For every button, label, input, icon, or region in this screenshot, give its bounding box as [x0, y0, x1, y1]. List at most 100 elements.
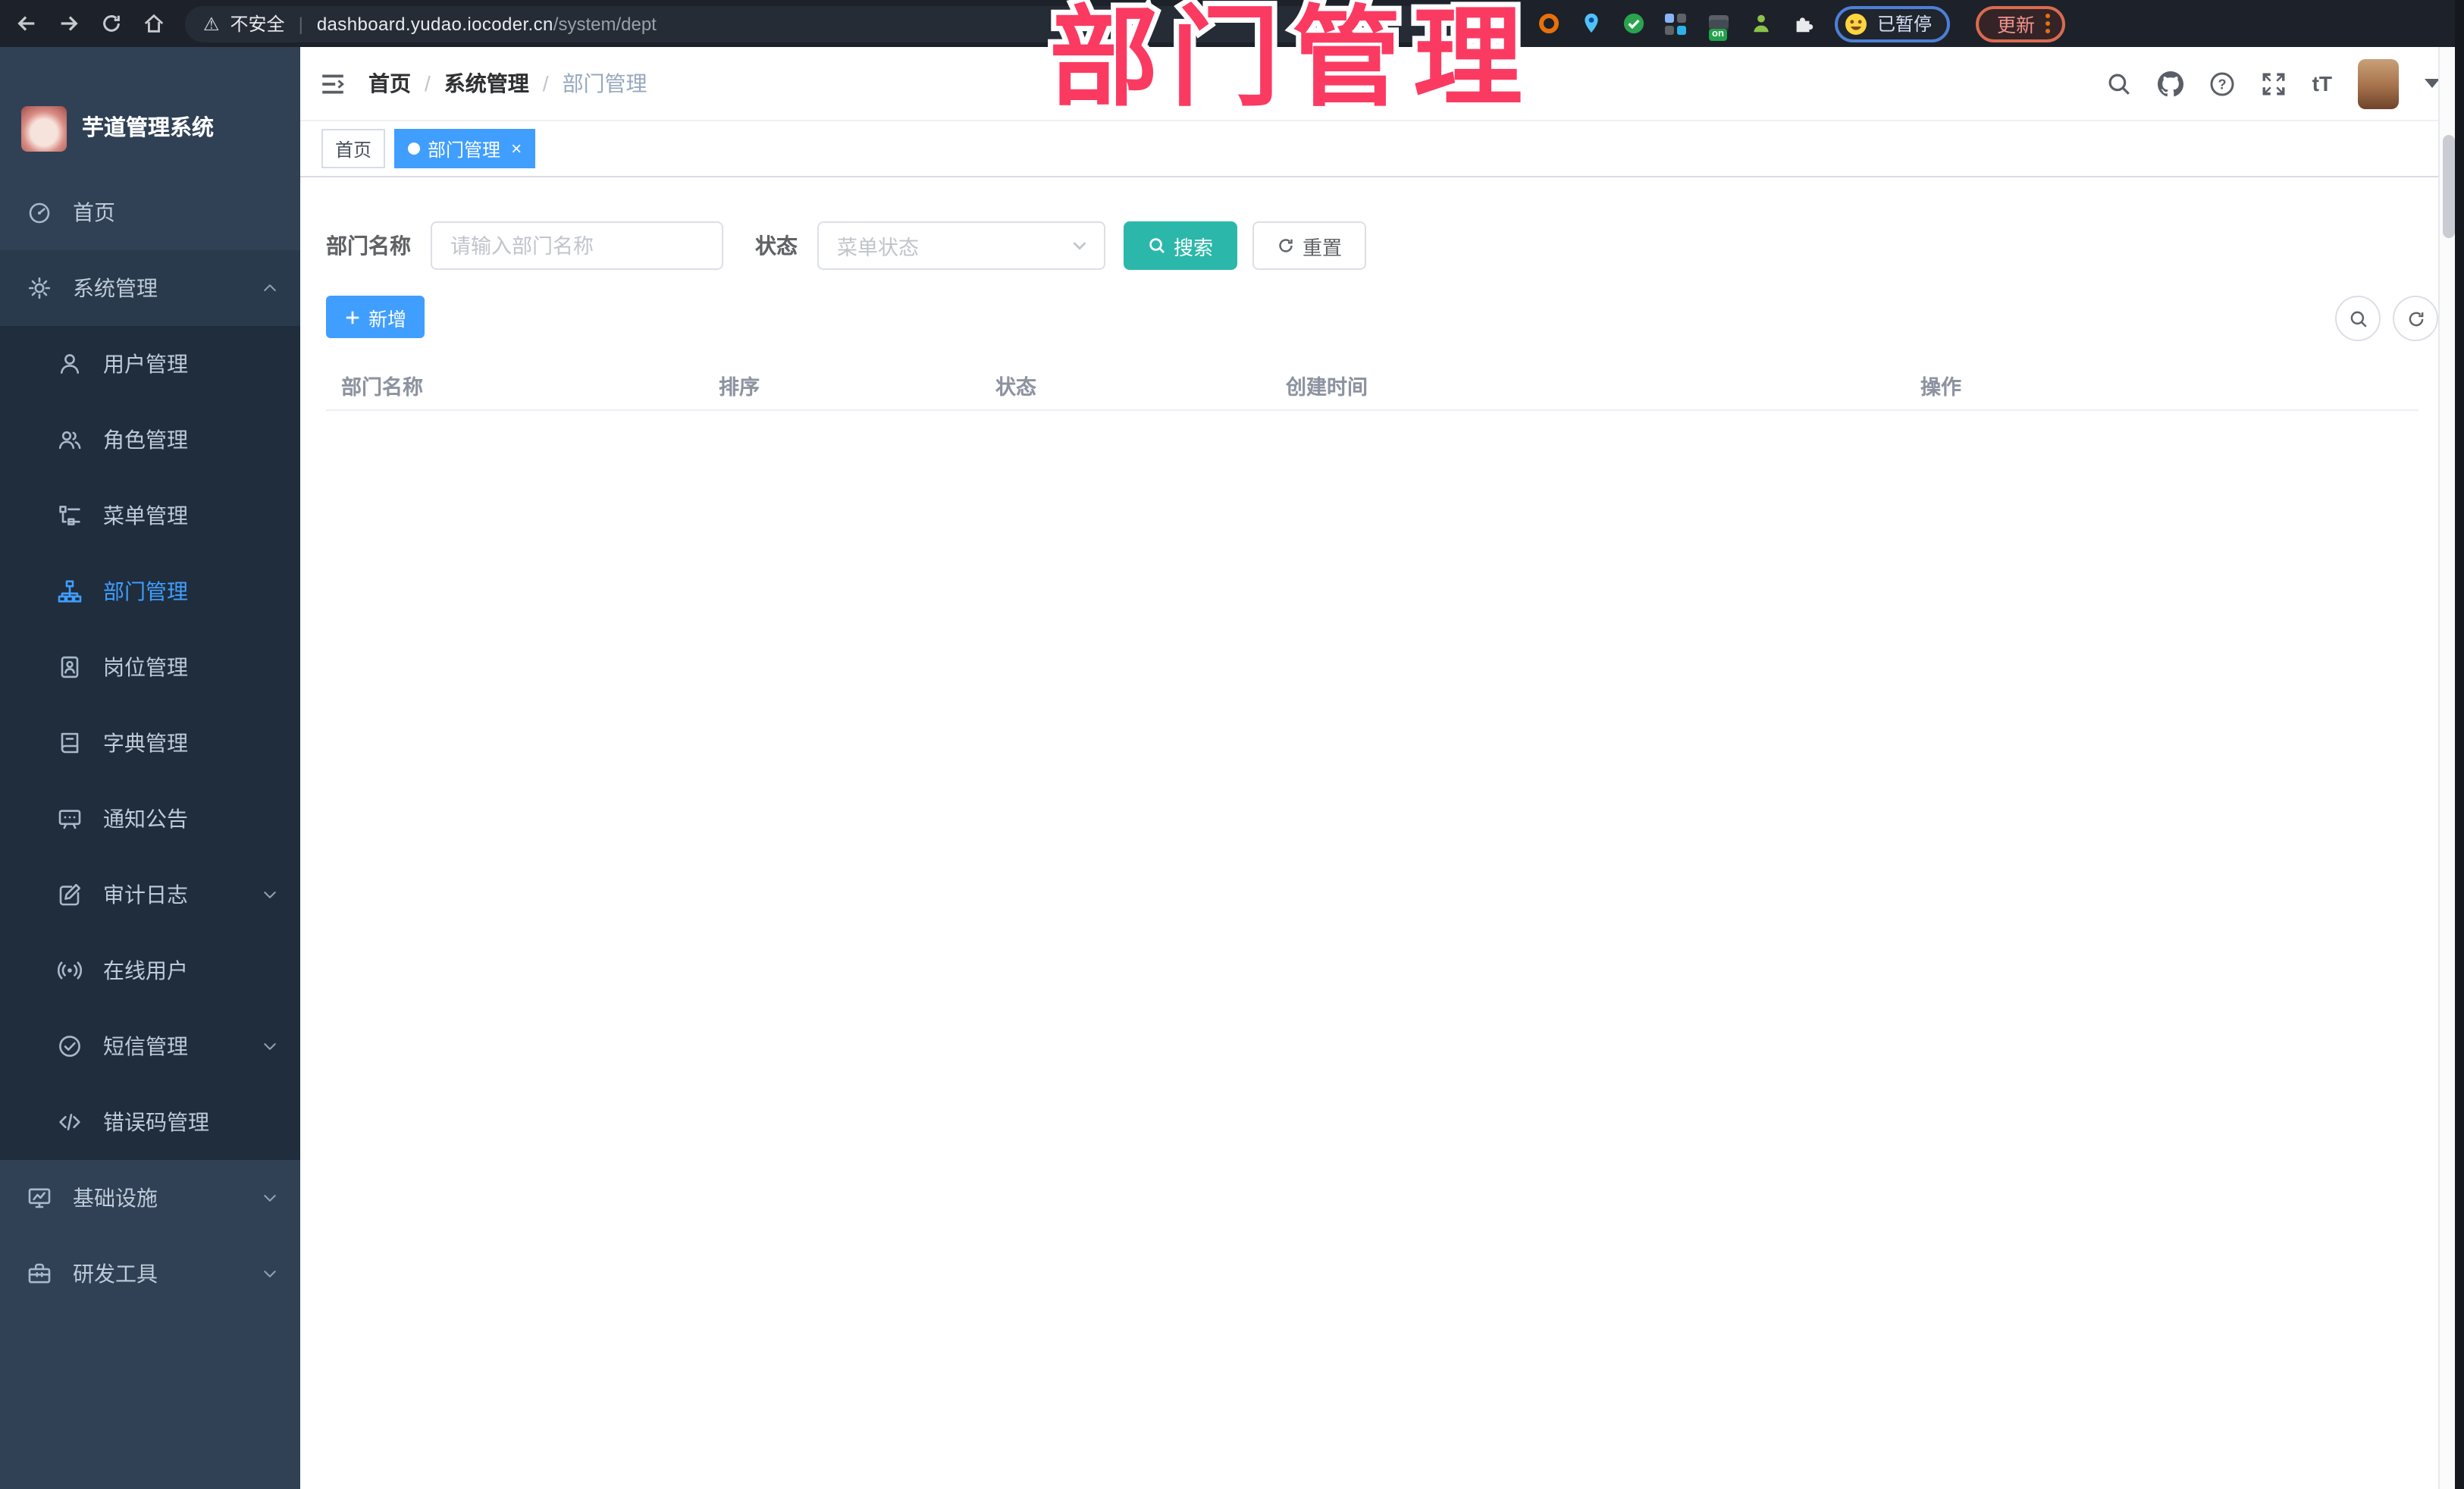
app-logo-row[interactable]: 芋道管理系统 — [0, 47, 300, 174]
browser-update-menu[interactable]: 更新 — [1976, 5, 2066, 42]
sidebar-item-label: 菜单管理 — [103, 503, 188, 528]
screen: ⚠ 不安全 | dashboard.yudao.iocoder.cn/syste… — [0, 0, 2464, 1489]
ext-on-badge-icon[interactable]: on — [1706, 11, 1730, 40]
sidebar-menu: 首页 系统管理 用户管理角色管理菜单管理部门管理岗位管理字典管理通知公告审计日志在线… — [0, 174, 300, 1312]
bookmark-star-icon[interactable]: ☆ — [1481, 11, 1498, 36]
sidebar-item-13[interactable]: 基础设施 — [0, 1160, 300, 1236]
hamburger-icon[interactable] — [320, 71, 346, 96]
chevron-down-icon — [261, 886, 279, 904]
page-content: 部门名称 状态 菜单状态 搜索 重置 — [300, 177, 2464, 1489]
tree-menu-icon — [55, 503, 85, 528]
browser-back-icon[interactable] — [15, 12, 38, 35]
chevron-down-icon — [1071, 237, 1089, 255]
breadcrumb-current: 部门管理 — [562, 71, 647, 96]
security-label: 不安全 — [230, 14, 285, 35]
extensions-row: on — [1536, 11, 1815, 40]
org-chart-icon — [55, 579, 85, 603]
on-badge-label: on — [1709, 28, 1727, 40]
github-icon[interactable] — [2157, 71, 2183, 96]
sidebar-item-label: 岗位管理 — [103, 655, 188, 679]
sidebar-item-label: 角色管理 — [103, 428, 188, 452]
ext-location-pin-icon[interactable] — [1578, 11, 1603, 36]
ext-grid-icon[interactable] — [1663, 11, 1688, 36]
sidebar-item-label: 研发工具 — [73, 1262, 158, 1286]
tag-label: 部门管理 — [428, 139, 501, 160]
col-header-actions: 操作 — [1920, 376, 1961, 399]
ext-green-user-icon[interactable] — [1748, 11, 1773, 36]
sidebar-item-label: 部门管理 — [103, 579, 188, 603]
sidebar-item-10[interactable]: 在线用户 — [0, 933, 300, 1008]
paused-label: 已暂停 — [1877, 14, 1933, 35]
breadcrumb: 首页 / 系统管理 / 部门管理 — [368, 68, 647, 99]
dashboard-icon — [24, 200, 55, 224]
sidebar-item-3[interactable]: 角色管理 — [0, 402, 300, 478]
url-path: /system/dept — [553, 13, 657, 34]
breadcrumb-system[interactable]: 系统管理 — [444, 68, 529, 99]
user-avatar[interactable] — [2358, 58, 2399, 108]
svg-text:?: ? — [2218, 76, 2226, 91]
gear-icon — [24, 276, 55, 300]
sidebar-item-1[interactable]: 系统管理 — [0, 250, 300, 326]
scrollbar-thumb[interactable] — [2442, 135, 2454, 238]
toggle-search-button[interactable] — [2335, 296, 2381, 341]
add-button[interactable]: 新增 — [326, 296, 425, 338]
top-navbar: 首页 / 系统管理 / 部门管理 ? tT — [300, 47, 2464, 121]
search-icon[interactable] — [2106, 71, 2132, 96]
browser-forward-icon[interactable] — [58, 12, 80, 35]
tag-0[interactable]: 首页 — [321, 129, 386, 168]
search-button[interactable]: 搜索 — [1124, 221, 1238, 270]
tag-1[interactable]: 部门管理 × — [394, 129, 536, 168]
search-icon — [1149, 238, 1165, 253]
address-bar[interactable]: ⚠ 不安全 | dashboard.yudao.iocoder.cn/syste… — [185, 5, 1516, 42]
font-size-icon[interactable]: tT — [2312, 71, 2332, 96]
sidebar-item-label: 在线用户 — [103, 958, 188, 983]
col-header-name: 部门名称 — [341, 376, 423, 399]
sidebar-item-label: 字典管理 — [103, 731, 188, 755]
status-select[interactable]: 菜单状态 — [817, 221, 1105, 270]
help-icon[interactable]: ? — [2209, 71, 2235, 96]
browser-reload-icon[interactable] — [100, 12, 123, 35]
ext-puzzle-icon[interactable] — [1791, 11, 1815, 36]
security-warning-icon: ⚠ — [203, 13, 220, 34]
page-scrollbar[interactable] — [2438, 47, 2455, 1489]
plus-icon — [346, 310, 359, 324]
kebab-menu-icon[interactable] — [2045, 14, 2051, 33]
user-icon — [55, 352, 85, 376]
sidebar-item-label: 通知公告 — [103, 807, 188, 831]
announcement-icon — [55, 807, 85, 831]
search-icon — [2350, 310, 2366, 327]
close-icon[interactable]: × — [511, 139, 522, 158]
sidebar-item-7[interactable]: 字典管理 — [0, 705, 300, 781]
sidebar-item-label: 短信管理 — [103, 1034, 188, 1058]
ext-orange-ring-icon[interactable] — [1536, 11, 1560, 36]
sidebar: 芋道管理系统 首页 系统管理 用户管理角色管理菜单管理部门管理岗位管理字典管理通知公… — [0, 47, 300, 1489]
sidebar-item-12[interactable]: 错误码管理 — [0, 1084, 300, 1160]
dept-table: 部门名称 排序 状态 创建时间 操作 — [326, 361, 2419, 411]
app-logo-image — [21, 106, 67, 152]
ext-green-check-icon[interactable] — [1621, 11, 1645, 36]
sidebar-item-14[interactable]: 研发工具 — [0, 1236, 300, 1312]
paused-extension-pill[interactable]: 已暂停 — [1835, 5, 1951, 42]
refresh-table-button[interactable] — [2393, 296, 2438, 341]
browser-home-icon[interactable] — [143, 12, 165, 35]
broadcast-icon — [55, 958, 85, 983]
sidebar-item-9[interactable]: 审计日志 — [0, 857, 300, 933]
chevron-down-icon — [261, 1265, 279, 1283]
filter-form: 部门名称 状态 菜单状态 搜索 重置 — [326, 221, 2438, 270]
sidebar-item-5[interactable]: 部门管理 — [0, 553, 300, 629]
sidebar-item-11[interactable]: 短信管理 — [0, 1008, 300, 1084]
reset-button[interactable]: 重置 — [1252, 221, 1367, 270]
sidebar-item-6[interactable]: 岗位管理 — [0, 629, 300, 705]
sidebar-item-2[interactable]: 用户管理 — [0, 326, 300, 402]
table-toolbar: 新增 — [326, 296, 2438, 341]
sidebar-item-8[interactable]: 通知公告 — [0, 781, 300, 857]
dept-name-input[interactable] — [431, 221, 723, 270]
sidebar-item-0[interactable]: 首页 — [0, 174, 300, 250]
fullscreen-icon[interactable] — [2261, 71, 2287, 96]
refresh-icon — [1279, 239, 1293, 252]
sidebar-item-4[interactable]: 菜单管理 — [0, 478, 300, 553]
sidebar-item-label: 错误码管理 — [103, 1110, 209, 1134]
browser-chrome: ⚠ 不安全 | dashboard.yudao.iocoder.cn/syste… — [0, 0, 2464, 47]
breadcrumb-home[interactable]: 首页 — [368, 68, 411, 99]
user-menu-caret-icon[interactable] — [2425, 79, 2440, 88]
